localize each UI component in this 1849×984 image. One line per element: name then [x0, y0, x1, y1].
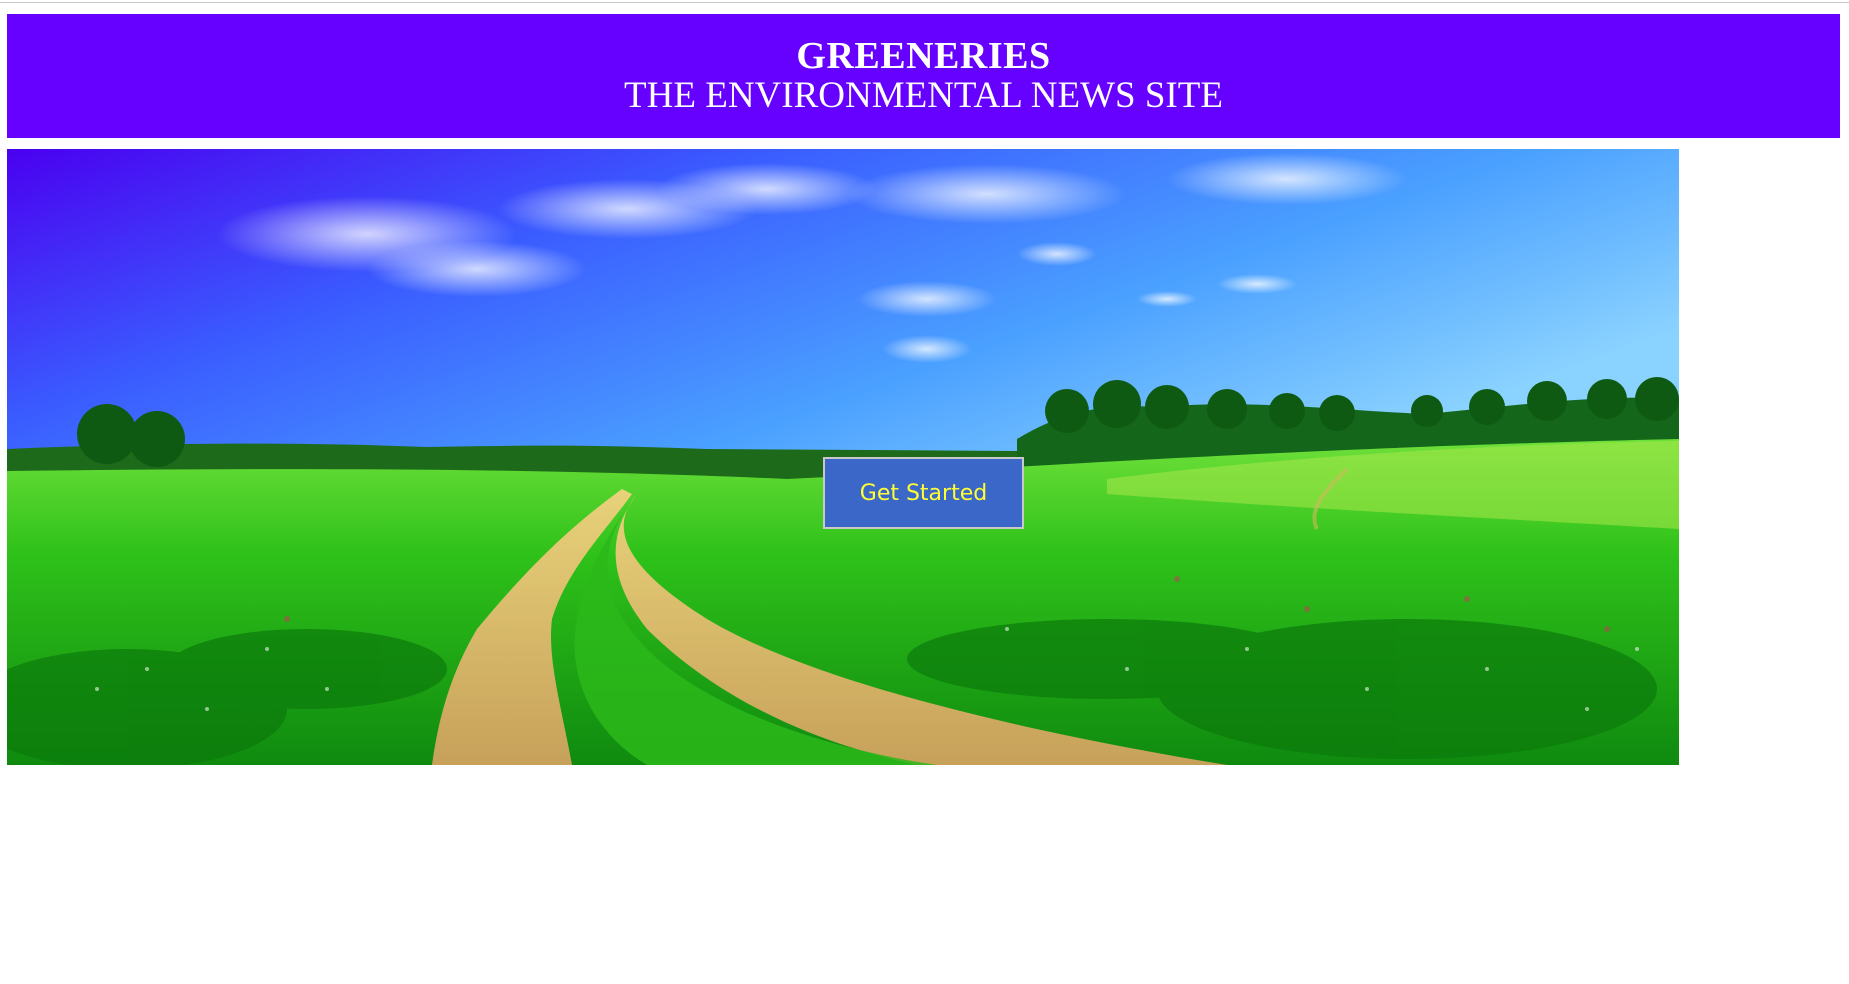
get-started-button[interactable]: Get Started — [823, 457, 1024, 529]
site-tagline: THE ENVIRONMENTAL NEWS SITE — [624, 75, 1223, 116]
site-title: GREENERIES — [796, 35, 1051, 77]
top-divider — [0, 2, 1849, 3]
site-header: GREENERIES THE ENVIRONMENTAL NEWS SITE — [7, 14, 1840, 138]
